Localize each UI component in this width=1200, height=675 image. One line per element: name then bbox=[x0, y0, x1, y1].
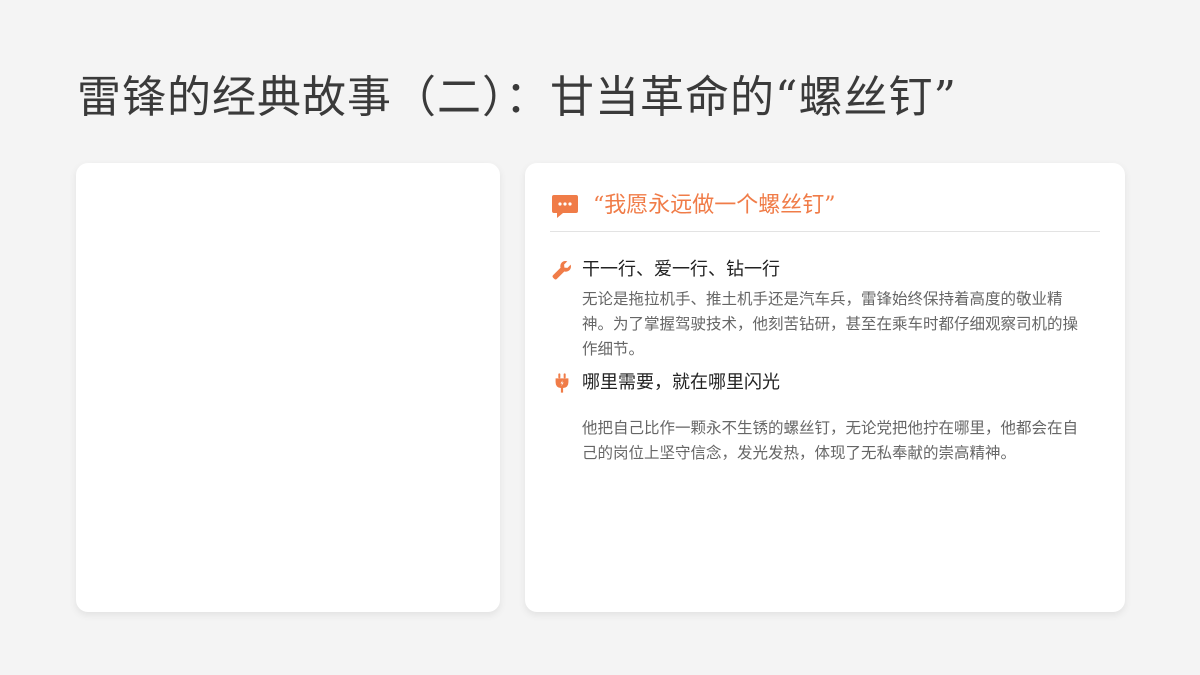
wrench-icon bbox=[551, 259, 573, 281]
section-dedication: 干一行、爱一行、钻一行 无论是拖拉机手、推土机手还是汽车兵，雷锋始终保持着高度的… bbox=[551, 257, 1091, 362]
plug-icon bbox=[551, 372, 573, 394]
section-body: 他把自己比作一颗永不生锈的螺丝钉，无论党把他拧在哪里，他都会在自己的岗位上坚守信… bbox=[582, 419, 1079, 462]
quote-title: “我愿永远做一个螺丝钉” bbox=[593, 193, 836, 218]
section-head: 哪里需要，就在哪里闪光 bbox=[551, 370, 1091, 396]
image-card bbox=[76, 163, 500, 612]
section-body: 无论是拖拉机手、推土机手还是汽车兵，雷锋始终保持着高度的敬业精神。为了掌握驾驶技… bbox=[582, 290, 1079, 358]
section-head: 干一行、爱一行、钻一行 bbox=[551, 257, 1091, 283]
section-title: 干一行、爱一行、钻一行 bbox=[582, 259, 780, 280]
content-card: “我愿永远做一个螺丝钉” 干一行、爱一行、钻一行 无论是拖拉机手、推土机手还是汽… bbox=[525, 163, 1125, 612]
divider bbox=[550, 231, 1100, 232]
chat-bubble-icon bbox=[551, 192, 579, 220]
page-title: 雷锋的经典故事（二）：甘当革命的“螺丝钉” bbox=[77, 72, 957, 123]
quote-header: “我愿永远做一个螺丝钉” bbox=[551, 191, 836, 221]
section-devotion: 哪里需要，就在哪里闪光 他把自己比作一颗永不生锈的螺丝钉，无论党把他拧在哪里，他… bbox=[551, 370, 1091, 466]
section-title: 哪里需要，就在哪里闪光 bbox=[582, 372, 780, 393]
